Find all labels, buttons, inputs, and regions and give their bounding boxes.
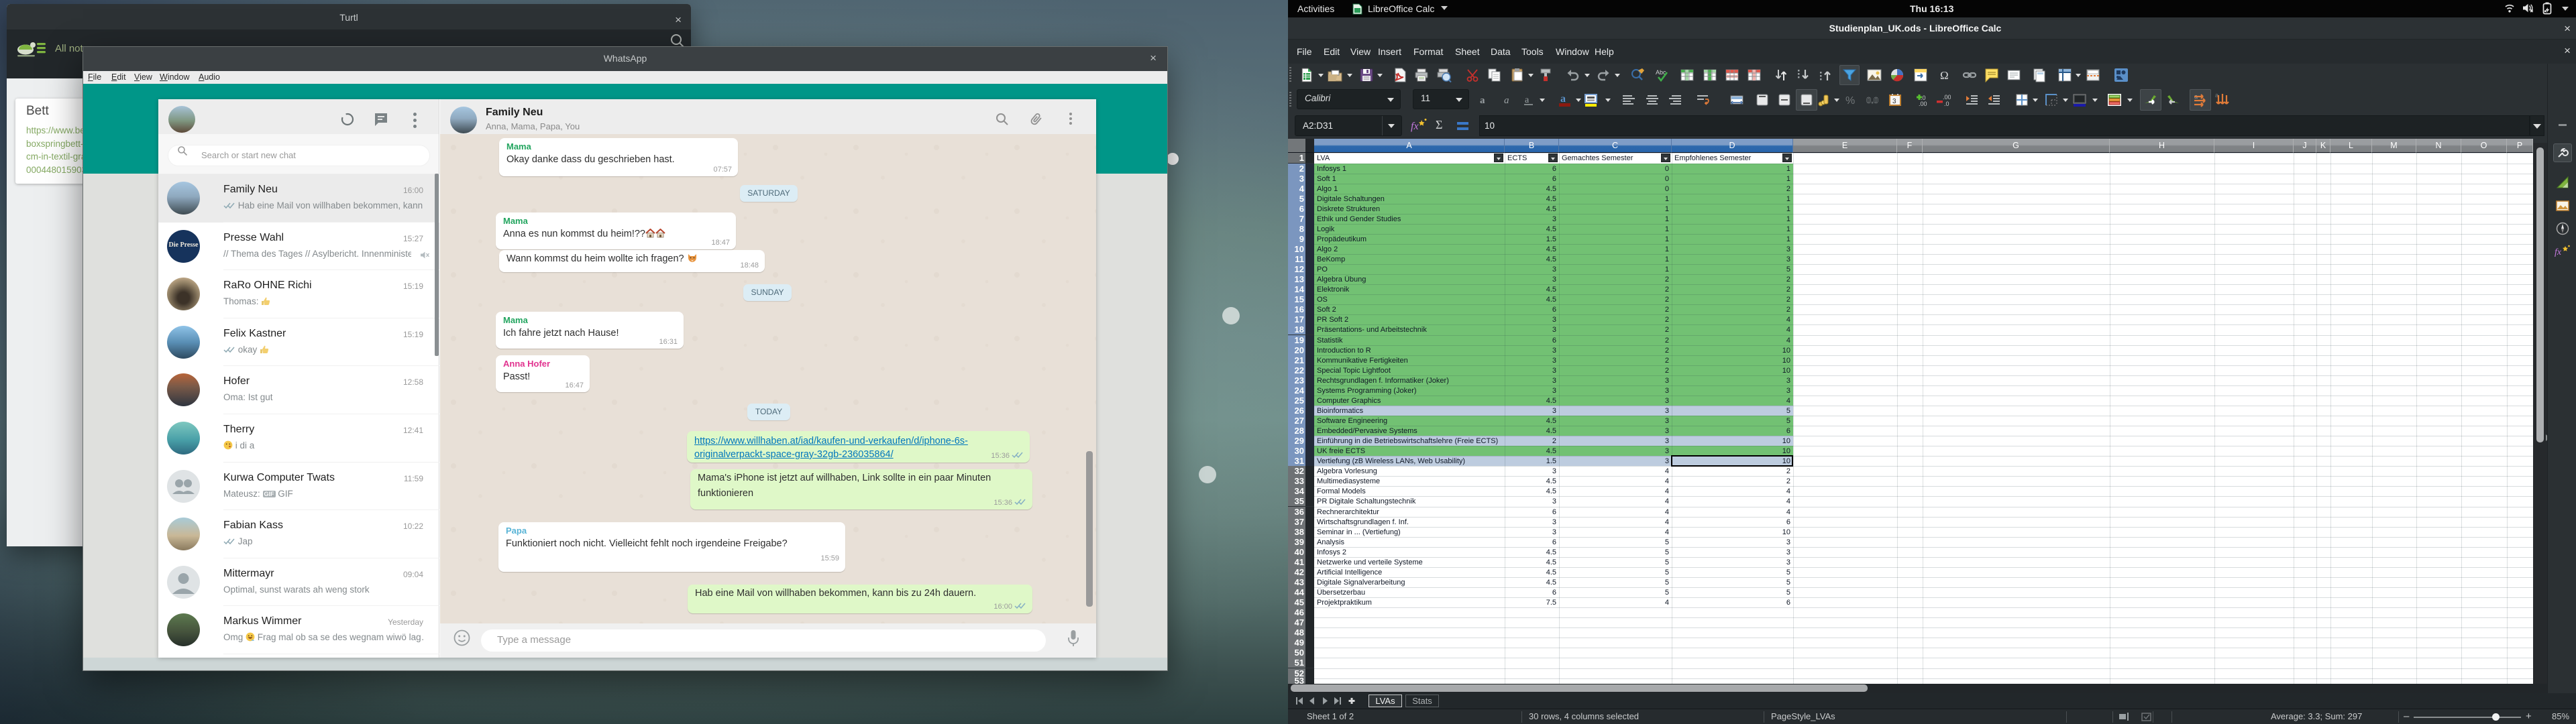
svg-text:.00: .00 [1943,94,1951,101]
svg-text:%: % [1845,95,1855,107]
svg-text:a: a [1560,93,1566,105]
svg-text:a: a [1504,95,1509,106]
svg-text:0.0: 0.0 [1866,95,1878,105]
svg-text:fx: fx [2555,247,2562,257]
svg-text:a: a [1480,95,1485,106]
svg-text:3: 3 [1892,98,1896,105]
svg-text:.00: .00 [1919,101,1927,107]
svg-text:fx: fx [1411,121,1419,132]
svg-text:a: a [1525,95,1529,105]
svg-text:Ω: Ω [1940,69,1949,82]
svg-text:.0: .0 [1944,101,1949,107]
